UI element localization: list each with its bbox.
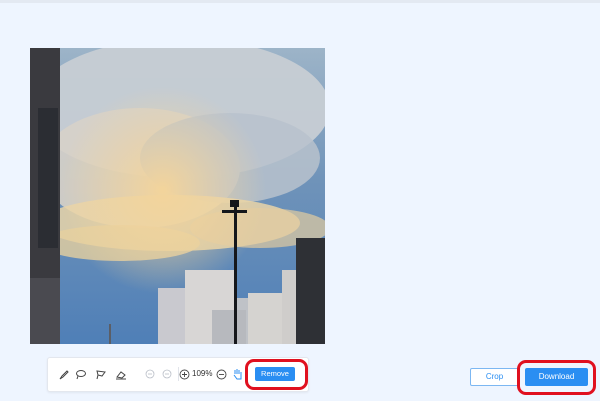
redo-icon[interactable] (159, 366, 175, 382)
hand-icon[interactable] (229, 366, 245, 382)
eraser-icon[interactable] (113, 366, 129, 382)
undo-icon[interactable] (142, 366, 158, 382)
image-canvas[interactable] (30, 48, 325, 344)
zoom-level: 109% (192, 369, 213, 378)
zoom-out-icon[interactable] (213, 366, 229, 382)
lasso-icon[interactable] (73, 366, 89, 382)
polygon-lasso-icon[interactable] (93, 366, 109, 382)
zoom-in-icon[interactable] (176, 366, 192, 382)
top-border (0, 0, 600, 3)
download-button[interactable]: Download (525, 368, 588, 386)
remove-button[interactable]: Remove (255, 367, 295, 381)
brush-icon[interactable] (56, 366, 72, 382)
photo-image (30, 48, 325, 344)
crop-button[interactable]: Crop (470, 368, 519, 386)
